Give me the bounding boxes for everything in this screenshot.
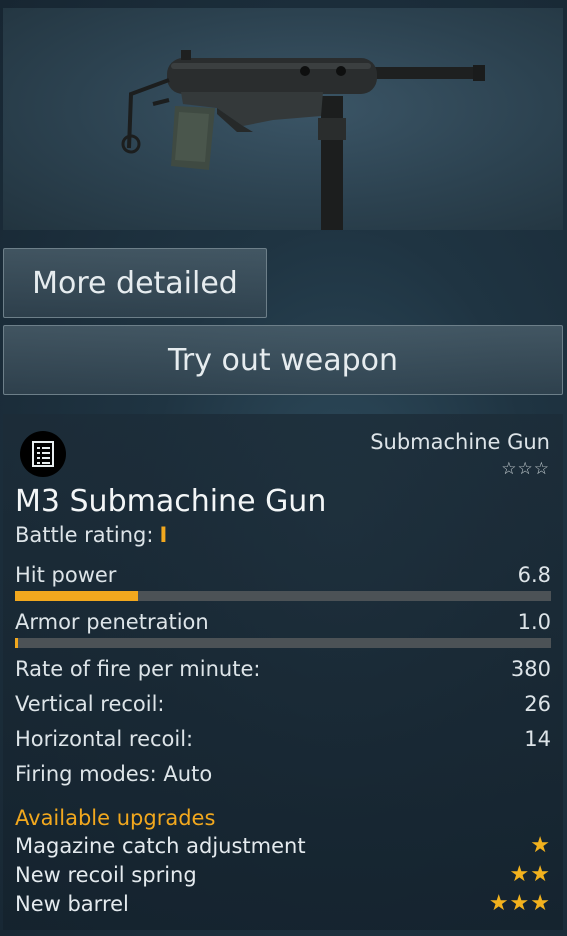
stat-label: Firing modes: Auto — [15, 762, 213, 786]
document-list-icon — [20, 431, 66, 477]
upgrade-stars-icon: ★ — [530, 833, 551, 858]
try-out-weapon-label: Try out weapon — [168, 342, 398, 378]
more-detailed-button[interactable]: More detailed — [3, 248, 267, 318]
stat-value: 380 — [510, 657, 551, 681]
stat-label: Hit power — [15, 563, 117, 587]
m3-submachine-gun-image — [121, 50, 485, 230]
weapon-class: Submachine Gun — [370, 430, 550, 454]
stat-hit-power: Hit power 6.8 — [15, 563, 551, 587]
more-detailed-label: More detailed — [32, 265, 238, 301]
stat-firing-modes: Firing modes: Auto — [15, 762, 551, 786]
stat-value: 1.0 — [517, 610, 551, 634]
weapon-preview — [3, 8, 563, 230]
upgrade-label: Magazine catch adjustment — [15, 833, 306, 858]
hit-power-bar-fill — [15, 591, 139, 601]
weapon-title: M3 Submachine Gun — [15, 484, 327, 519]
stat-value: 14 — [524, 727, 551, 751]
stat-label: Rate of fire per minute: — [15, 657, 261, 681]
armor-penetration-bar — [15, 638, 551, 648]
available-upgrades-title: Available upgrades — [15, 806, 216, 830]
upgrade-label: New recoil spring — [15, 862, 197, 887]
stat-value: 6.8 — [517, 563, 551, 587]
armor-penetration-bar-fill — [15, 638, 18, 648]
stat-armor-penetration: Armor penetration 1.0 — [15, 610, 551, 634]
upgrade-item: New barrel ★★★ — [15, 891, 551, 916]
stat-label: Vertical recoil: — [15, 692, 165, 716]
weapon-info-card: Submachine Gun ☆☆☆ M3 Submachine Gun Bat… — [3, 414, 563, 930]
stat-label: Horizontal recoil: — [15, 727, 194, 751]
upgrade-stars-icon: ★★ — [509, 862, 551, 887]
hit-power-bar — [15, 591, 551, 601]
rank-stars-icon: ☆☆☆ — [501, 459, 550, 479]
try-out-weapon-button[interactable]: Try out weapon — [3, 325, 563, 395]
stat-rate-of-fire: Rate of fire per minute: 380 — [15, 657, 551, 681]
stat-vertical-recoil: Vertical recoil: 26 — [15, 692, 551, 716]
stat-value: 26 — [524, 692, 551, 716]
upgrade-stars-icon: ★★★ — [488, 891, 551, 916]
upgrade-label: New barrel — [15, 891, 129, 916]
battle-rating-value: I — [159, 523, 168, 547]
stat-horizontal-recoil: Horizontal recoil: 14 — [15, 727, 551, 751]
upgrade-item: New recoil spring ★★ — [15, 862, 551, 887]
battle-rating-label: Battle rating: — [15, 523, 154, 547]
upgrade-item: Magazine catch adjustment ★ — [15, 833, 551, 858]
stat-label: Armor penetration — [15, 610, 209, 634]
battle-rating: Battle rating: I — [15, 523, 167, 547]
